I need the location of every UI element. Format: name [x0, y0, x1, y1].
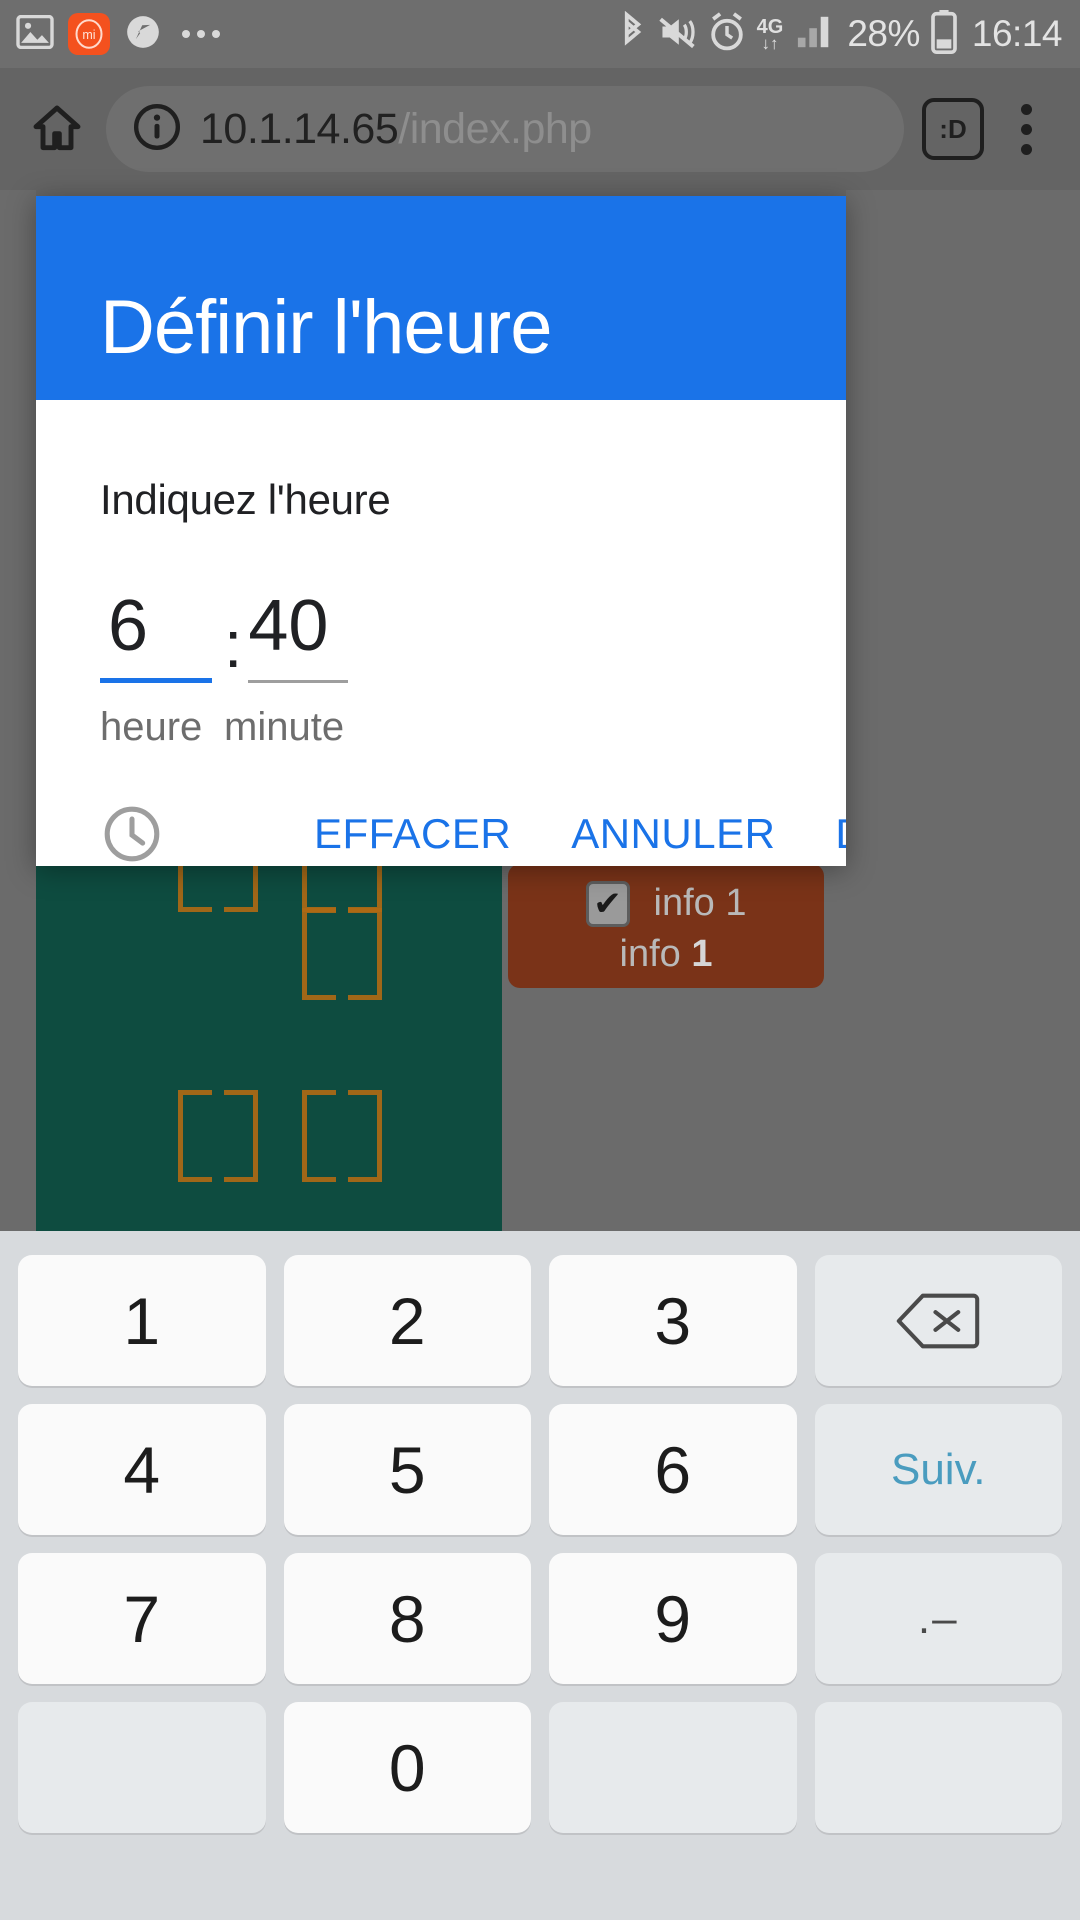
info-label-2-prefix: info: [619, 932, 692, 975]
alarm-icon: [708, 11, 746, 57]
bracket-shape: [348, 1090, 382, 1182]
key-2[interactable]: 2: [283, 1255, 531, 1386]
status-bar-right-icons: 4G ↓↑ 28% 16:14: [619, 9, 1063, 59]
key-8-label: 8: [388, 1581, 426, 1656]
clock-icon[interactable]: [100, 802, 164, 866]
battery-percent-label: 28%: [847, 13, 920, 54]
more-notifications-icon: [182, 30, 220, 38]
url-path: /index.php: [398, 104, 592, 153]
image-icon: [16, 14, 54, 54]
overflow-menu-icon[interactable]: [998, 95, 1054, 163]
svg-text:mi: mi: [82, 28, 95, 42]
bracket-shape: [302, 1090, 336, 1182]
key-5-label: 5: [388, 1432, 426, 1507]
key-0-label: 0: [388, 1730, 426, 1805]
bracket-shape: [348, 908, 382, 1000]
key-5[interactable]: 5: [283, 1404, 531, 1535]
url-host: 10.1.14.65: [200, 104, 399, 153]
key-backspace[interactable]: [814, 1255, 1062, 1386]
signal-icon: [794, 13, 836, 56]
key-4[interactable]: 4: [18, 1404, 266, 1535]
bracket-shape: [302, 908, 336, 1000]
dialog-action-bar: EFFACER ANNULER DÉFINIR: [100, 802, 846, 866]
minute-value: 40: [248, 586, 329, 666]
status-bar-left-icons: mi: [16, 13, 220, 56]
status-bar: mi 4G ↓↑ 28% 16:14: [0, 0, 1080, 68]
hour-input[interactable]: 6: [100, 578, 212, 683]
minute-input[interactable]: 40: [248, 578, 349, 683]
info-label-1: info 1: [653, 882, 747, 924]
browser-toolbar: 10.1.14.65/index.php :D: [0, 68, 1080, 190]
key-3-label: 3: [654, 1283, 692, 1358]
key-8[interactable]: 8: [283, 1553, 531, 1684]
home-icon[interactable]: [26, 98, 88, 160]
minute-hint-label: minute: [224, 705, 345, 749]
dot-dash-key-label: .–: [917, 1593, 959, 1643]
battery-icon: [931, 9, 957, 59]
bracket-shape: [178, 1090, 212, 1182]
key-0[interactable]: 0: [283, 1702, 531, 1833]
mi-app-icon: mi: [68, 13, 110, 55]
key-9-label: 9: [654, 1581, 692, 1656]
green-panel: [36, 860, 502, 1231]
info-card-row-1: ✔ info 1: [585, 880, 747, 927]
keyboard-row: 4 5 6 Suiv.: [18, 1404, 1062, 1535]
dialog-subtitle: Indiquez l'heure: [100, 476, 391, 523]
time-picker-dialog: Définir l'heure Indiquez l'heure 6 : 40 …: [36, 196, 846, 866]
bluetooth-icon: [619, 10, 646, 58]
set-button[interactable]: DÉFINIR: [835, 810, 846, 858]
status-bar-clock: 16:14: [971, 13, 1063, 54]
checked-checkbox-icon[interactable]: ✔: [585, 880, 630, 927]
bracket-shape: [224, 860, 258, 912]
info-label-2-value: 1: [691, 932, 713, 975]
key-3[interactable]: 3: [549, 1255, 797, 1386]
keyboard-row: 1 2 3: [18, 1255, 1062, 1386]
time-input-hints: heure minute: [100, 705, 782, 750]
info-icon[interactable]: [132, 102, 182, 157]
keyboard-row: 0: [18, 1702, 1062, 1833]
dialog-body: Indiquez l'heure 6 : 40 heure minute EFF…: [36, 476, 846, 866]
info-card[interactable]: ✔ info 1 info 1: [508, 864, 824, 988]
cancel-button[interactable]: ANNULER: [571, 810, 775, 858]
time-input-group: 6 : 40: [100, 578, 782, 683]
key-7-label: 7: [123, 1581, 161, 1656]
key-2-label: 2: [388, 1283, 426, 1358]
key-blank-right: [814, 1702, 1062, 1833]
key-6-label: 6: [654, 1432, 692, 1507]
key-dot-dash[interactable]: .–: [814, 1553, 1062, 1684]
key-1[interactable]: 1: [18, 1255, 266, 1386]
key-9[interactable]: 9: [549, 1553, 797, 1684]
backspace-icon: [897, 1293, 980, 1348]
bracket-shape: [302, 860, 336, 912]
url-text: 10.1.14.65/index.php: [200, 105, 592, 154]
time-separator: :: [224, 607, 243, 681]
key-next[interactable]: Suiv.: [814, 1404, 1062, 1535]
bracket-shape: [178, 860, 212, 912]
tab-switcher-button[interactable]: :D: [922, 98, 984, 160]
minute-underline: [248, 680, 349, 683]
hour-hint-label: heure: [100, 705, 203, 749]
key-7[interactable]: 7: [18, 1553, 266, 1684]
network-arrows: ↓↑: [761, 33, 779, 53]
dialog-title: Définir l'heure: [100, 285, 553, 370]
key-6[interactable]: 6: [549, 1404, 797, 1535]
key-1-label: 1: [123, 1283, 161, 1358]
numeric-keyboard: 1 2 3 4 5 6 Suiv. 7 8 9 .– 0: [0, 1231, 1080, 1920]
mute-vibrate-icon: [657, 13, 697, 56]
next-key-label: Suiv.: [890, 1444, 986, 1494]
hour-value: 6: [108, 586, 149, 666]
key-blank-mid: [549, 1702, 797, 1833]
bracket-shape: [348, 860, 382, 912]
keyboard-row: 7 8 9 .–: [18, 1553, 1062, 1684]
hour-underline: [100, 678, 212, 683]
network-4g-icon: 4G ↓↑: [757, 17, 784, 52]
url-bar[interactable]: 10.1.14.65/index.php: [106, 86, 904, 172]
dialog-header: Définir l'heure: [36, 196, 846, 400]
navigation-icon: [124, 13, 162, 56]
key-blank-left: [18, 1702, 266, 1833]
info-card-row-2: info 1: [620, 933, 713, 976]
key-4-label: 4: [123, 1432, 161, 1507]
clear-button[interactable]: EFFACER: [314, 810, 511, 858]
bracket-shape: [224, 1090, 258, 1182]
